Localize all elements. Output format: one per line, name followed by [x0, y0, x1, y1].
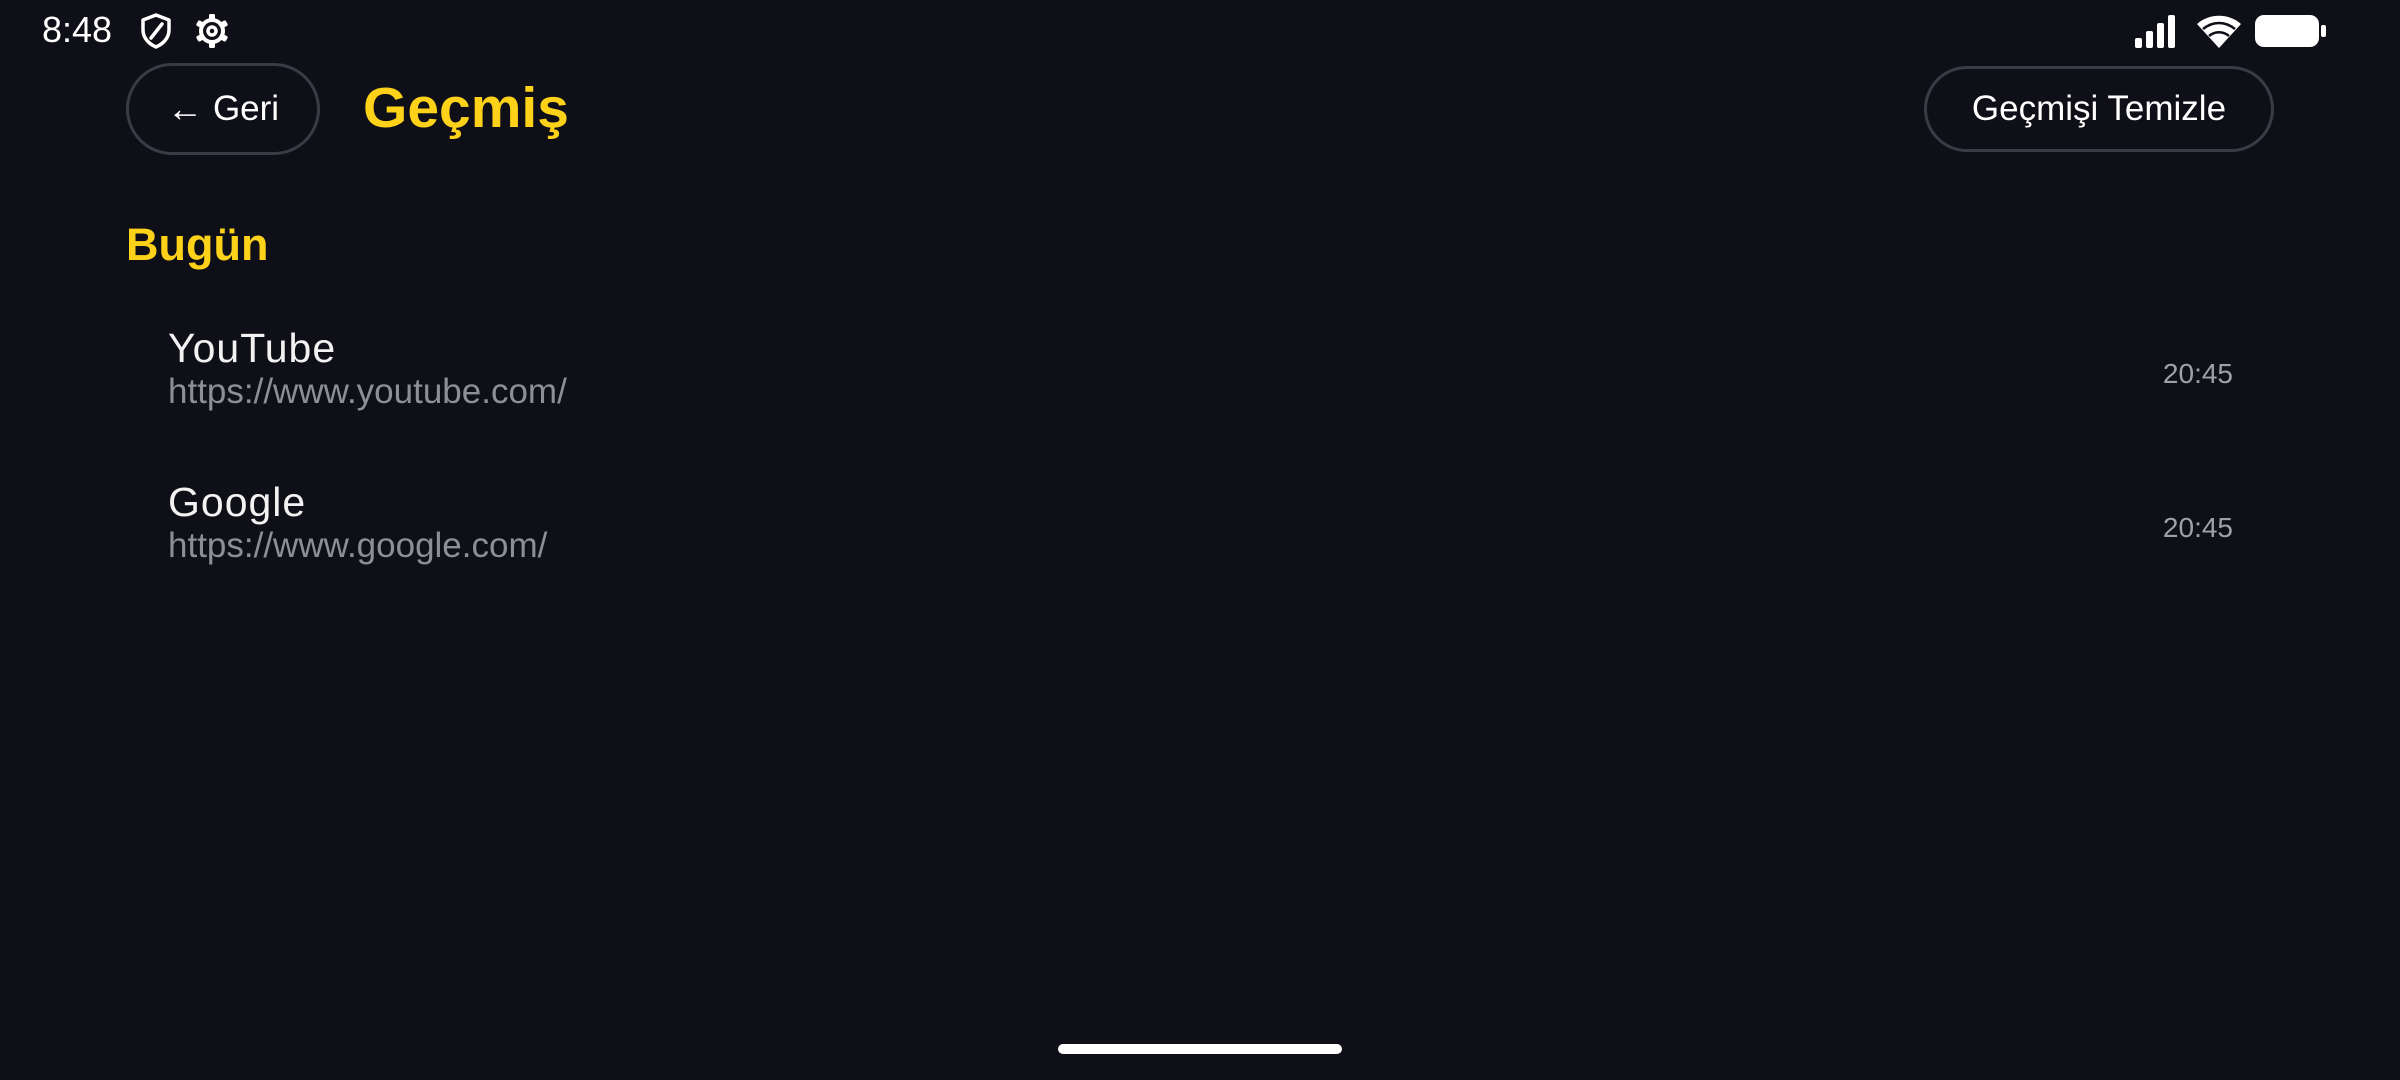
history-item-title: YouTube: [168, 325, 337, 371]
clear-history-label: Geçmişi Temizle: [1971, 89, 2227, 128]
back-button[interactable]: ← Geri: [126, 63, 320, 155]
history-item-title: Google: [168, 479, 307, 525]
history-item[interactable]: YouTube https://www.youtube.com/ 20:45: [150, 318, 2250, 438]
page-title: Geçmiş: [363, 76, 569, 140]
history-screen: 8:48 ← Geri Geçmiş Geçmişi Temizle Bugün…: [0, 0, 2400, 1080]
back-button-label: Geri: [212, 89, 280, 128]
home-indicator[interactable]: [1058, 1044, 1342, 1054]
history-item[interactable]: Google https://www.google.com/ 20:45: [150, 472, 2250, 592]
shield-icon: [137, 12, 175, 50]
battery-icon: [2253, 12, 2327, 50]
gear-icon: [193, 12, 231, 50]
signal-icon: [2134, 12, 2180, 50]
history-item-url: https://www.youtube.com/: [168, 372, 567, 411]
status-time: 8:48: [42, 9, 113, 50]
clear-history-button[interactable]: Geçmişi Temizle: [1924, 66, 2274, 152]
wifi-icon: [2195, 12, 2243, 50]
history-item-time: 20:45: [2162, 512, 2233, 543]
back-arrow-icon: ←: [166, 88, 203, 129]
history-item-url: https://www.google.com/: [168, 526, 548, 565]
history-item-time: 20:45: [2162, 358, 2233, 389]
status-bar: 8:48: [0, 0, 2400, 62]
section-title-today: Bugün: [126, 219, 269, 270]
